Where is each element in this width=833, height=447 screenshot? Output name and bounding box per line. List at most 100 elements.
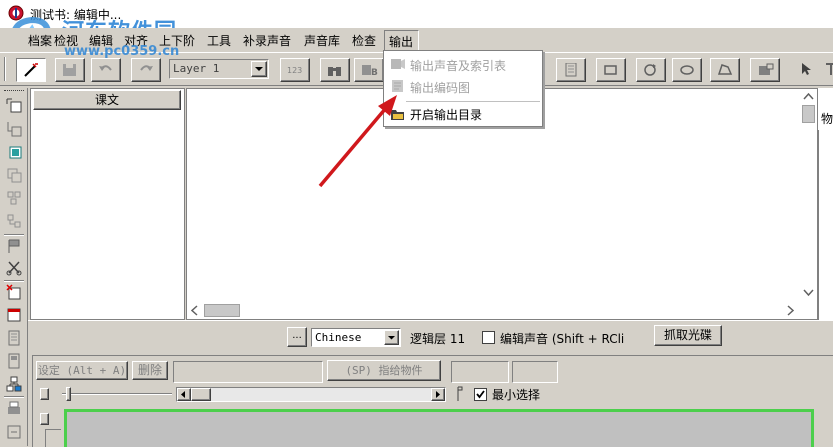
menu-check[interactable]: 检查: [352, 32, 376, 49]
settings-input[interactable]: [173, 361, 323, 383]
save-button[interactable]: [55, 58, 85, 82]
numbering-button[interactable]: 123: [280, 58, 310, 82]
open-output-directory-item[interactable]: 开启输出目录: [410, 106, 482, 123]
output-code-map-item[interactable]: 输出编码图: [410, 79, 470, 96]
ellipsis-button[interactable]: ...: [287, 327, 307, 347]
menu-file[interactable]: 档案: [28, 32, 52, 49]
timeline-scroll-thumb[interactable]: [191, 388, 211, 401]
timeline-slider[interactable]: [62, 387, 172, 401]
left-toolbar: [0, 88, 28, 446]
tree-node-icon[interactable]: [6, 213, 22, 229]
group-node-icon[interactable]: [6, 190, 22, 206]
text-cursor-icon: [826, 63, 833, 75]
lesson-header[interactable]: 课文: [33, 90, 181, 110]
rectangle-icon: [604, 65, 617, 75]
select-tool-button[interactable]: [16, 58, 46, 82]
delete-button-label: 删除: [137, 363, 162, 377]
cut-icon[interactable]: [6, 260, 22, 276]
set-button-label: 设定 (Alt + A): [37, 364, 127, 377]
binoculars-button[interactable]: [320, 58, 350, 82]
image-object-button[interactable]: [750, 58, 780, 82]
right-panel: 物: [818, 88, 833, 320]
capture-disc-button[interactable]: 抓取光碟: [654, 325, 722, 346]
export-sound-icon: [391, 59, 405, 69]
watermark-url: www.pc0359.cn: [64, 44, 180, 59]
delete-button[interactable]: 删除: [132, 361, 168, 380]
edit-sound-checkbox[interactable]: [482, 331, 495, 344]
polygon-shape-button[interactable]: [710, 58, 740, 82]
undo-icon: [99, 65, 112, 71]
pointer-button[interactable]: [793, 58, 821, 80]
menu-tools[interactable]: 工具: [207, 32, 231, 49]
layer-dropdown-button[interactable]: [251, 61, 267, 77]
layer-select[interactable]: Layer 1: [169, 59, 269, 79]
object-b-button[interactable]: B: [354, 58, 384, 82]
scroll-right-icon[interactable]: [787, 305, 795, 316]
timeline-scroll-left[interactable]: [177, 388, 191, 401]
slider-thumb[interactable]: [66, 387, 71, 401]
lesson-panel: 课文: [30, 88, 185, 320]
menu-record-sound[interactable]: 补录声音: [243, 32, 291, 49]
assign-object-button[interactable]: (SP) 指给物件: [327, 360, 441, 381]
menu-output[interactable]: 输出: [384, 30, 419, 52]
vertical-scroll-thumb[interactable]: [802, 105, 815, 123]
page-icon: [565, 63, 577, 77]
preview-small-button[interactable]: [40, 413, 49, 425]
timeline-scrollbar[interactable]: [176, 387, 446, 402]
delete-node-icon[interactable]: [6, 284, 22, 300]
scroll-up-icon[interactable]: [803, 93, 814, 101]
output-menu-dropdown: 输出声音及索引表 输出编码图 开启输出目录: [383, 50, 543, 127]
wand-icon: [24, 63, 38, 77]
right-panel-label: 物: [821, 112, 833, 126]
horizontal-scrollbar[interactable]: [187, 302, 800, 319]
redo-button[interactable]: [131, 58, 161, 82]
node-props-icon[interactable]: [6, 353, 22, 369]
copy-node-icon[interactable]: [6, 167, 22, 183]
hierarchy-icon[interactable]: [6, 376, 22, 392]
toolbar-grip[interactable]: [4, 57, 6, 81]
horizontal-scroll-thumb[interactable]: [204, 304, 240, 317]
preview-canvas[interactable]: [64, 409, 814, 447]
undo-button[interactable]: [91, 58, 121, 82]
print-icon[interactable]: [6, 401, 22, 417]
svg-text:B: B: [371, 68, 378, 77]
set-button[interactable]: 设定 (Alt + A): [36, 361, 128, 380]
svg-text:123: 123: [287, 66, 302, 75]
language-dropdown-button[interactable]: [384, 330, 399, 345]
min-select-label: 最小选择: [492, 388, 541, 402]
add-child-icon[interactable]: [6, 121, 22, 137]
value-field-1[interactable]: [451, 361, 509, 383]
assign-object-label: (SP) 指给物件: [345, 364, 423, 377]
chevron-down-icon: [388, 336, 395, 340]
image-object-icon: [759, 63, 774, 75]
menu-sound-library[interactable]: 声音库: [304, 32, 340, 49]
open-folder-icon: [391, 110, 404, 120]
title-bar: 测试书: 编辑中... 河东软件园 www.pc0359.cn: [0, 0, 833, 59]
binoculars-icon: [328, 67, 341, 76]
rect-shape-button[interactable]: [596, 58, 626, 82]
min-select-checkbox[interactable]: [474, 388, 487, 401]
delete-child-icon[interactable]: [6, 307, 22, 323]
right-panel-divider: [818, 130, 833, 320]
output-sound-index-item[interactable]: 输出声音及索引表: [410, 57, 506, 74]
add-node-icon[interactable]: [6, 98, 22, 114]
vertical-scrollbar[interactable]: [800, 89, 817, 303]
node-list-icon[interactable]: [6, 330, 22, 346]
scroll-left-icon[interactable]: [191, 305, 199, 316]
left-toolbar-grip[interactable]: [4, 90, 24, 92]
left-toolbar-separator: [4, 396, 24, 398]
export-icon[interactable]: [6, 424, 22, 440]
value-field-2[interactable]: [512, 361, 558, 383]
page-layout-button[interactable]: [556, 58, 586, 82]
language-select[interactable]: Chinese: [311, 328, 401, 347]
text-tool-button[interactable]: [818, 58, 833, 80]
timeline-scroll-right[interactable]: [431, 388, 445, 401]
rotate-shape-button[interactable]: [636, 58, 666, 82]
scroll-down-icon[interactable]: [803, 289, 814, 297]
flag-icon[interactable]: [6, 238, 22, 254]
ellipse-shape-button[interactable]: [672, 58, 702, 82]
numbering-icon: 123: [287, 66, 302, 75]
add-sibling-icon[interactable]: [6, 144, 22, 160]
slider-small-button[interactable]: [40, 388, 49, 400]
menu-separator: [406, 101, 540, 102]
